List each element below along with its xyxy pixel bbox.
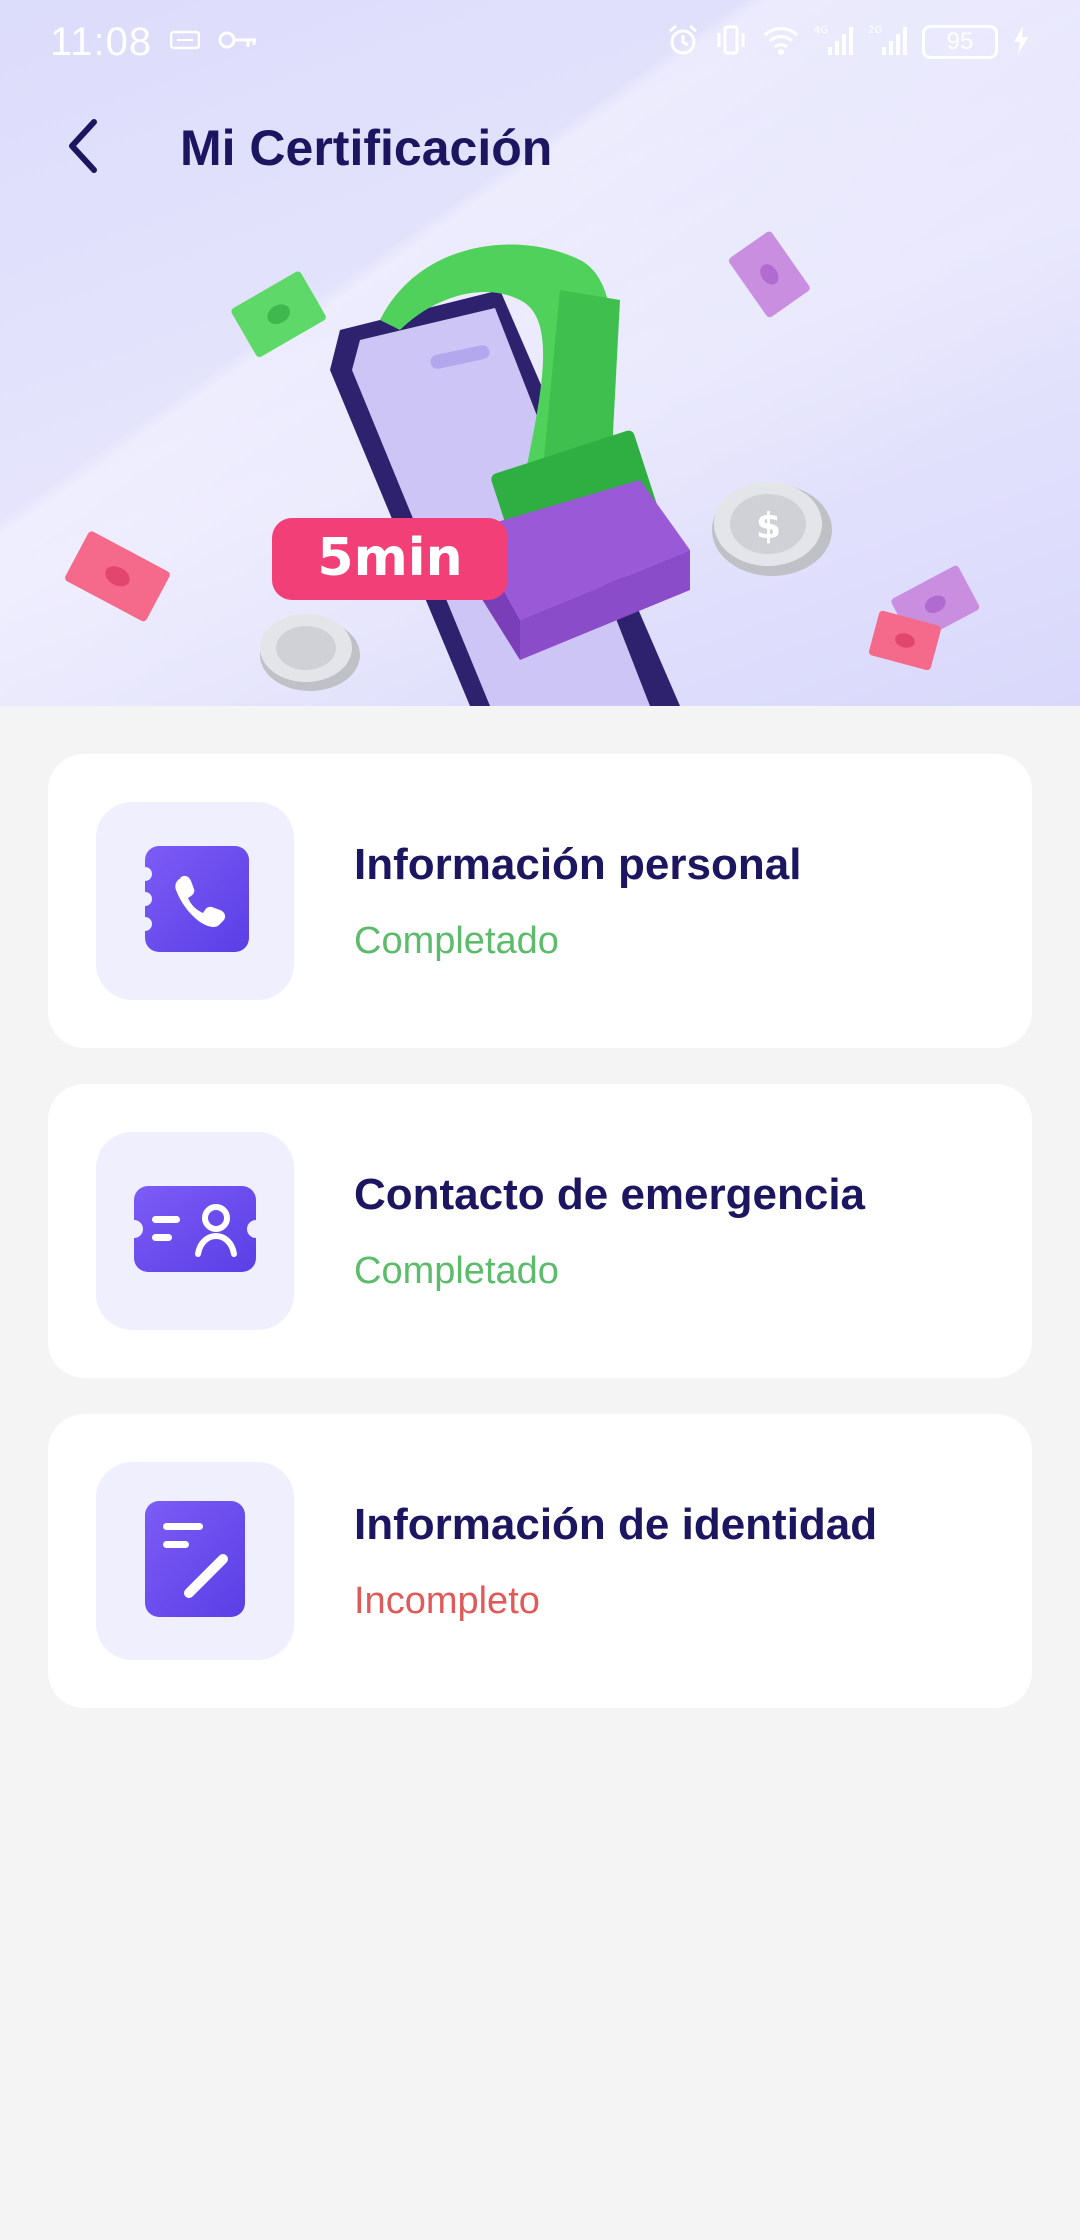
svg-text:2G: 2G — [868, 25, 882, 36]
time-badge: 5min — [272, 518, 508, 600]
card-title: Información de identidad — [354, 1499, 878, 1549]
card-status: Completado — [354, 1249, 559, 1292]
top-bar: Mi Certificación — [0, 100, 1080, 196]
card-text: Contacto de emergencia Completado — [354, 1170, 865, 1293]
id-card-icon — [125, 1184, 265, 1279]
status-right: 4G 2G 95 — [666, 23, 1030, 62]
card-personal-info[interactable]: Información personal Completado — [48, 754, 1032, 1048]
svg-text:5min: 5min — [317, 528, 462, 588]
status-left: 11:08 — [50, 20, 258, 65]
chevron-left-icon — [64, 116, 104, 181]
alarm-icon — [666, 23, 700, 62]
charging-icon — [1012, 25, 1030, 60]
card-text: Información personal Completado — [354, 840, 801, 963]
card-text: Información de identidad Incompleto — [354, 1500, 877, 1623]
icon-tile — [96, 802, 294, 1000]
card-emergency-contact[interactable]: Contacto de emergencia Completado — [48, 1084, 1032, 1378]
icon-tile — [96, 1462, 294, 1660]
floating-bill-green — [231, 271, 326, 358]
notification-icon — [169, 29, 201, 56]
card-identity-info[interactable]: Información de identidad Incompleto — [48, 1414, 1032, 1708]
icon-tile — [96, 1132, 294, 1330]
battery-indicator: 95 — [922, 25, 998, 59]
svg-text:$: $ — [756, 506, 781, 547]
card-title: Información personal — [354, 839, 802, 889]
card-status: Completado — [354, 919, 559, 962]
card-status: Incompleto — [354, 1579, 540, 1622]
vibrate-icon — [714, 23, 748, 62]
coin-left — [260, 614, 360, 691]
battery-level: 95 — [946, 28, 974, 55]
certification-list: Información personal Completado Contacto… — [48, 754, 1032, 1744]
coin-right: $ — [712, 482, 832, 576]
signal-icon-1: 4G — [814, 23, 854, 62]
svg-text:4G: 4G — [814, 25, 828, 36]
status-bar: 11:08 4G 2G 95 — [0, 0, 1080, 84]
floating-bill-purple-top — [728, 231, 810, 318]
hero-banner: 11:08 4G 2G 95 Mi Certificación $ 5min — [0, 0, 1080, 706]
floating-bill-pink-left — [65, 531, 170, 622]
edit-document-icon — [145, 1500, 245, 1622]
phone-book-icon — [138, 844, 250, 959]
status-time: 11:08 — [50, 19, 153, 64]
money-phone-illustration: $ 5min — [65, 231, 980, 706]
signal-icon-2: 2G — [868, 23, 908, 62]
wifi-icon — [762, 24, 800, 61]
back-button[interactable] — [36, 100, 132, 196]
card-title: Contacto de emergencia — [354, 1169, 866, 1219]
page-title: Mi Certificación — [180, 120, 553, 176]
key-icon — [218, 29, 258, 56]
